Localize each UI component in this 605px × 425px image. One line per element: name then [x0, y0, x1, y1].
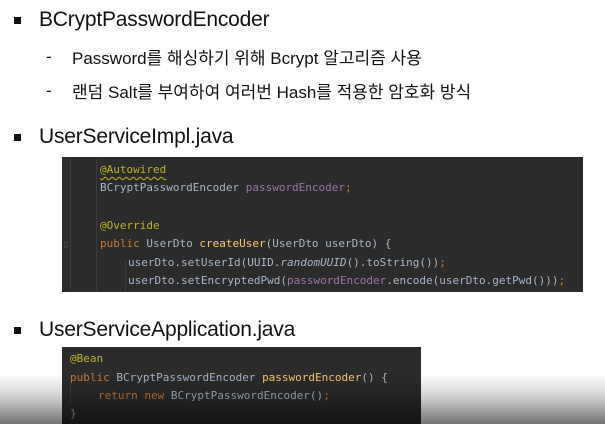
code-punct: ;	[345, 181, 352, 194]
code-annotation: @Override	[100, 219, 160, 232]
code-params: (UserDto userDto) {	[265, 237, 392, 250]
code-text: userDto.setUserId(UUID.	[128, 256, 281, 269]
sub-point-2: - 랜덤 Salt를 부여하여 여러번 Hash를 적용한 암호화 방식	[46, 78, 471, 103]
code-params: () {	[361, 371, 388, 384]
bullet-square-icon	[14, 133, 21, 141]
code-keyword: public	[70, 371, 117, 384]
code-keyword: return	[98, 389, 145, 402]
code-line: userDto.setUserId(UUID.randomUUID().toSt…	[128, 254, 446, 272]
code-method: createUser	[199, 237, 266, 250]
code-line: }	[70, 405, 77, 423]
code-punct: ;	[558, 274, 566, 287]
code-type: BCryptPasswordEncoder	[116, 371, 263, 384]
section-title-userserviceapplication: UserServiceApplication.java	[39, 318, 296, 341]
code-keyword: public	[100, 237, 147, 250]
code-line: @Bean	[70, 350, 103, 368]
bullet-square-icon	[14, 16, 21, 24]
indent-guide	[70, 159, 71, 290]
code-text: userDto.setEncryptedPwd(	[128, 274, 287, 287]
section-title-userserviceimpl: UserServiceImpl.java	[39, 125, 234, 148]
code-block-userserviceimpl: ▯ @Autowired BCryptPasswordEncoder passw…	[62, 157, 583, 292]
code-text: BCryptPasswordEncoder()	[170, 389, 324, 402]
sub-point-text: 랜덤 Salt를 부여하여 여러번 Hash를 적용한 암호화 방식	[72, 83, 472, 102]
sub-point-1: - Password를 해싱하기 위해 Bcrypt 알고리즘 사용	[46, 44, 422, 69]
bullet-square-icon	[14, 326, 21, 334]
code-brace: }	[70, 407, 77, 420]
code-annotation: @Bean	[70, 352, 104, 365]
code-method: passwordEncoder	[262, 371, 362, 384]
code-text: .encode(userDto.getPwd()))	[386, 274, 559, 287]
dash-marker: -	[46, 80, 52, 100]
sub-point-text: Password를 해싱하기 위해 Bcrypt 알고리즘 사용	[72, 49, 422, 68]
code-line: public BCryptPasswordEncoder passwordEnc…	[70, 369, 388, 387]
bullet-userserviceimpl: UserServiceImpl.java	[14, 125, 234, 149]
section-title-bcrypt: BCryptPasswordEncoder	[39, 8, 270, 31]
indent-guide	[125, 261, 126, 291]
code-keyword: new	[144, 389, 171, 402]
code-line: BCryptPasswordEncoder passwordEncoder;	[100, 179, 352, 197]
code-punct: ;	[439, 256, 446, 269]
code-field: passwordEncoder	[286, 274, 387, 287]
code-field: passwordEncoder	[245, 181, 346, 194]
code-line: userDto.setEncryptedPwd(passwordEncoder.…	[128, 272, 565, 290]
code-text: ().toString())	[346, 256, 440, 269]
code-static-call: randomUUID	[280, 256, 347, 269]
indent-guide	[96, 159, 97, 290]
gutter-marker-icon: ▯	[63, 239, 70, 250]
code-type: BCryptPasswordEncoder	[100, 181, 246, 194]
dash-marker: -	[46, 46, 52, 66]
code-line: return new BCryptPasswordEncoder();	[98, 387, 330, 405]
code-block-userserviceapplication: @Bean public BCryptPasswordEncoder passw…	[62, 347, 421, 424]
code-punct: ;	[323, 389, 330, 402]
code-annotation: @Autowired	[100, 163, 167, 176]
code-line: @Autowired	[100, 161, 166, 179]
bullet-bcrypt: BCryptPasswordEncoder	[14, 8, 270, 32]
code-line: @Override	[100, 217, 160, 235]
code-type: UserDto	[146, 237, 200, 250]
bullet-userserviceapplication: UserServiceApplication.java	[14, 318, 295, 342]
code-line: public UserDto createUser(UserDto userDt…	[100, 235, 391, 253]
